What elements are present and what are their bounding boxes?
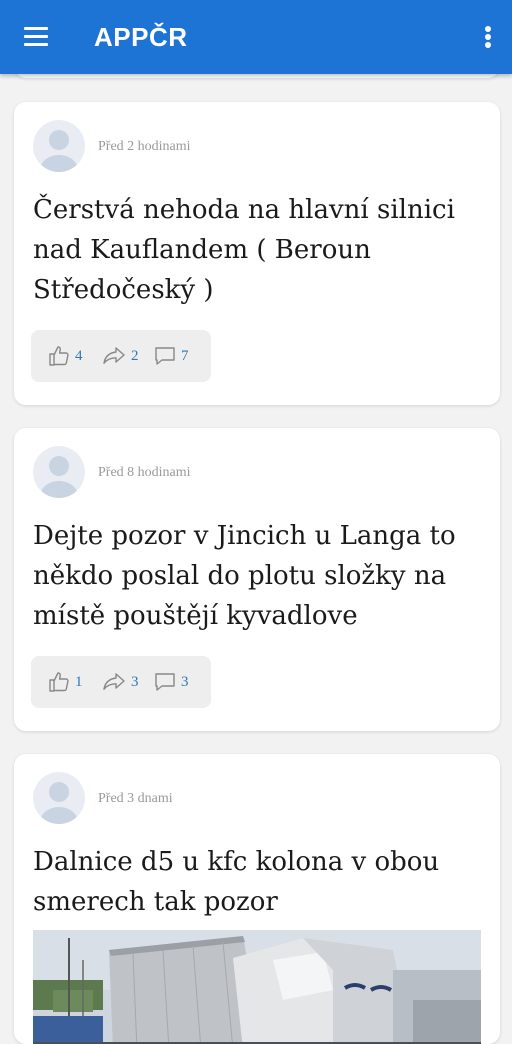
post-card[interactable]: Před 2 hodinami Čerstvá nehoda na hlavní… (14, 102, 500, 405)
post-actions: 4 2 7 (31, 330, 211, 382)
comment-count: 7 (181, 347, 189, 364)
more-vertical-icon[interactable] (478, 20, 498, 54)
share-arrow-icon (103, 347, 125, 364)
post-title[interactable]: Dalnice d5 u kfc kolona v obou smerech t… (33, 842, 483, 922)
post-timestamp: Před 8 hodinami (98, 465, 191, 480)
comment-button[interactable]: 3 (153, 669, 189, 695)
post-card[interactable]: Před 8 hodinami Dejte pozor v Jincich u … (14, 428, 500, 731)
like-button[interactable]: 1 (47, 669, 83, 695)
app-title: APPČR (94, 22, 188, 52)
share-button[interactable]: 2 (101, 343, 139, 369)
hamburger-menu-icon[interactable] (18, 20, 54, 54)
post-actions: 1 3 3 (31, 656, 211, 708)
share-arrow-icon (103, 673, 125, 690)
thumbs-up-icon (49, 672, 69, 692)
comment-count: 3 (181, 673, 189, 690)
comment-button[interactable]: 7 (153, 343, 189, 369)
post-timestamp: Před 2 hodinami (98, 139, 191, 154)
like-button[interactable]: 4 (47, 343, 83, 369)
avatar (33, 120, 85, 172)
avatar (33, 772, 85, 824)
like-count: 4 (75, 347, 83, 364)
post-timestamp: Před 3 dnami (98, 791, 173, 806)
post-title[interactable]: Čerstvá nehoda na hlavní silnici nad Kau… (33, 190, 483, 310)
comment-bubble-icon (155, 673, 175, 691)
post-card[interactable]: Před 3 dnami Dalnice d5 u kfc kolona v o… (14, 754, 500, 1044)
thumbs-up-icon (49, 346, 69, 366)
post-image[interactable] (33, 930, 481, 1044)
share-button[interactable]: 3 (101, 669, 139, 695)
avatar (33, 446, 85, 498)
app-bar: APPČR (0, 0, 512, 74)
post-title[interactable]: Dejte pozor v Jincich u Langa to někdo p… (33, 516, 483, 636)
share-count: 2 (131, 347, 139, 364)
share-count: 3 (131, 673, 139, 690)
like-count: 1 (75, 673, 83, 690)
comment-bubble-icon (155, 347, 175, 365)
